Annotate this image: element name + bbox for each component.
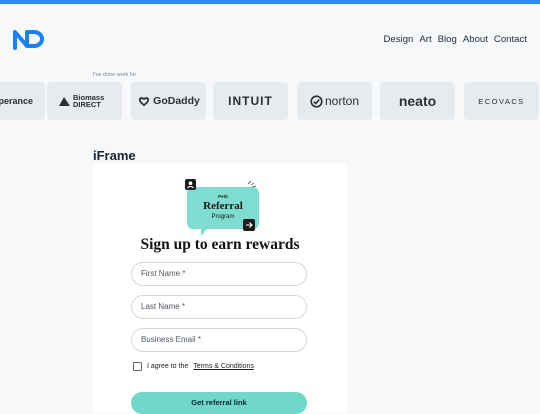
referral-program-badge: Petit Referral Program — [185, 179, 259, 236]
nav-about[interactable]: About — [463, 34, 488, 45]
terms-agreement: I agree to the Terms & Conditions — [133, 362, 254, 371]
client-logo-godaddy-text: GoDaddy — [153, 95, 200, 107]
checkmark-circle-icon — [310, 94, 323, 108]
section-title: iFrame — [93, 148, 136, 163]
nav-blog[interactable]: Blog — [438, 34, 457, 45]
first-name-field[interactable]: First Name * — [131, 262, 307, 286]
badge-brand: Petit — [218, 194, 228, 199]
client-logo-biomass: Biomass DIRECT — [47, 82, 122, 120]
referral-form-iframe: Petit Referral Program Sign up to earn r… — [93, 163, 347, 414]
agree-text: I agree to the — [147, 363, 189, 370]
nd-logo-icon[interactable] — [12, 26, 46, 52]
clients-caption: I've done work for — [93, 72, 137, 78]
get-referral-link-button[interactable]: Get referral link — [131, 392, 307, 414]
badge-program: Program — [211, 214, 234, 220]
badge-referral: Referral — [203, 200, 243, 212]
godaddy-icon — [139, 97, 150, 107]
client-logo-norton: norton — [297, 82, 372, 120]
client-logo-ecovacs-text: ECOVACS — [478, 96, 525, 106]
client-logo-neato: neato — [380, 82, 455, 120]
client-logo-intuit: INTUIT — [213, 82, 288, 120]
client-logo-strip: perance Biomass DIRECT GoDaddy INTUIT no… — [0, 82, 540, 122]
client-logo-ecovacs: ECOVACS — [464, 82, 539, 120]
client-logo-norton-text: norton — [324, 94, 360, 108]
last-name-field[interactable]: Last Name * — [131, 295, 307, 319]
leaf-icon — [59, 96, 70, 106]
terms-link[interactable]: Terms & Conditions — [193, 363, 254, 370]
business-email-field[interactable]: Business Email * — [131, 328, 307, 352]
client-logo-godaddy: GoDaddy — [131, 82, 206, 120]
site-header: Design Art Blog About Contact — [0, 4, 540, 66]
form-title: Sign up to earn rewards — [140, 236, 300, 253]
main-nav: Design Art Blog About Contact — [384, 34, 528, 45]
terms-checkbox[interactable] — [133, 362, 142, 371]
nav-contact[interactable]: Contact — [494, 34, 527, 45]
nav-art[interactable]: Art — [419, 34, 431, 45]
client-logo-intuit-text: INTUIT — [228, 94, 273, 108]
client-logo-neato-text: neato — [398, 93, 437, 109]
client-logo-perance-text: perance — [0, 96, 33, 106]
nav-design[interactable]: Design — [384, 34, 414, 45]
client-logo-perance: perance — [0, 82, 45, 120]
client-logo-biomass-text: Biomass DIRECT — [73, 93, 105, 109]
